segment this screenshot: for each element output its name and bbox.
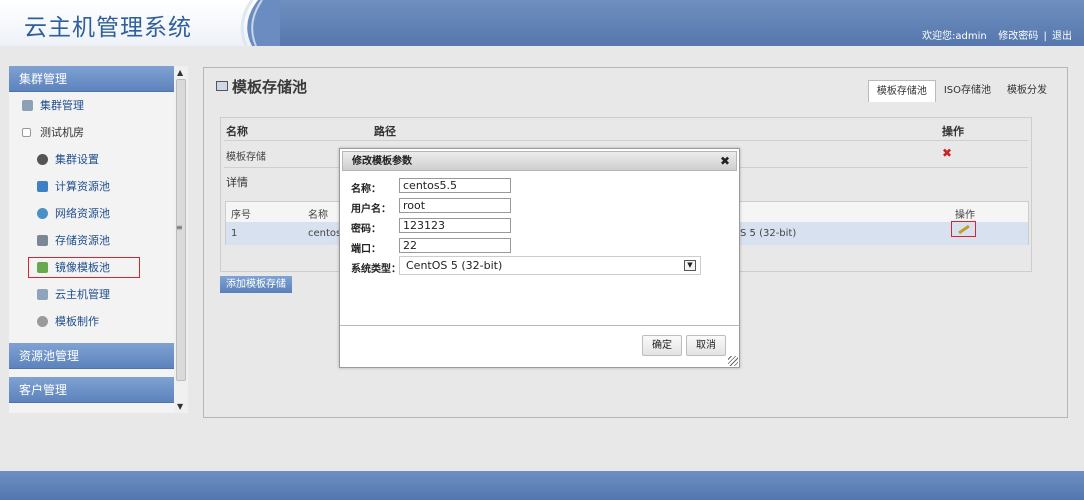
expand-icon (22, 128, 31, 137)
tab-bar: 模板存储池 ISO存储池 模板分发 (867, 80, 1055, 102)
nav-group-resource-pool[interactable]: 资源池管理 (9, 343, 174, 369)
vm-icon (37, 289, 48, 300)
sidebar: 集群管理 集群管理 测试机房 集群设置 计算资源池 网络资源池 存储资源池 镜像… (9, 66, 174, 413)
nav-group-cluster[interactable]: 集群管理 (9, 66, 174, 92)
header-swoosh (240, 0, 280, 46)
footer-bar (0, 471, 1084, 500)
delete-icon[interactable]: ✖ (942, 146, 952, 160)
sidebar-item-image-pool[interactable]: 镜像模板池 (9, 254, 174, 281)
close-icon[interactable]: ✖ (720, 152, 730, 171)
cluster-icon (22, 100, 33, 111)
app-title: 云主机管理系统 (24, 15, 192, 41)
col-ops-header: 操作 (942, 125, 964, 138)
sidebar-item-label: 镜像模板池 (55, 261, 110, 274)
name-label: 名称： (351, 184, 381, 195)
password-label: 密码： (351, 224, 381, 235)
col-ops-header: 操作 (955, 210, 975, 221)
scroll-up-icon[interactable]: ▲ (177, 68, 183, 77)
sidebar-item-cluster-settings[interactable]: 集群设置 (9, 146, 174, 173)
scroll-grip-icon: ≡ (176, 223, 183, 232)
edit-icon[interactable] (951, 221, 976, 237)
port-field[interactable] (399, 238, 511, 253)
compute-icon (37, 181, 48, 192)
sidebar-item-label: 测试机房 (40, 126, 84, 139)
change-password-link[interactable]: 修改密码 (998, 31, 1038, 42)
sidebar-item-label: 存储资源池 (55, 234, 110, 247)
ok-button[interactable]: 确定 (642, 335, 682, 356)
pencil-icon (958, 224, 970, 235)
row-os-cell: S 5 (32-bit) (740, 228, 797, 239)
port-label: 端口： (351, 244, 381, 255)
gear-icon (37, 154, 48, 165)
os-type-label: 系统类型： (351, 264, 401, 275)
globe-icon (37, 208, 48, 219)
resize-handle-icon[interactable] (728, 356, 738, 366)
sidebar-item-label: 云主机管理 (55, 288, 110, 301)
sidebar-scrollbar[interactable]: ▲ ≡ ▼ (174, 66, 188, 413)
col-path-header: 路径 (374, 125, 396, 138)
sidebar-item-storage-pool[interactable]: 存储资源池 (9, 227, 174, 254)
sidebar-item-vm-manage[interactable]: 云主机管理 (9, 281, 174, 308)
add-template-storage-button[interactable]: 添加模板存储 (220, 276, 292, 293)
separator: | (1043, 31, 1047, 42)
page-title-text: 模板存储池 (232, 78, 308, 96)
welcome-text: 欢迎您:admin (922, 31, 987, 42)
chevron-down-icon: ▼ (684, 260, 696, 271)
row-index-cell: 1 (231, 228, 238, 239)
dialog-divider (340, 325, 739, 326)
os-type-value: CentOS 5 (32-bit) (406, 259, 503, 272)
detail-label: 详情 (226, 176, 248, 189)
dialog-title-bar[interactable]: 修改模板参数 ✖ (342, 151, 737, 171)
sidebar-item-template-make[interactable]: 模板制作 (9, 308, 174, 335)
name-field[interactable] (399, 178, 511, 193)
sidebar-item-network-pool[interactable]: 网络资源池 (9, 200, 174, 227)
password-field[interactable] (399, 218, 511, 233)
divider (224, 140, 1028, 141)
username-label: 用户名： (351, 204, 391, 215)
sidebar-item-label: 集群设置 (55, 153, 99, 166)
sidebar-item-label: 计算资源池 (55, 180, 110, 193)
col-name-header: 名称 (226, 125, 248, 138)
sidebar-item-label: 集群管理 (40, 99, 84, 112)
storage-icon (37, 235, 48, 246)
tab-template-distribute[interactable]: 模板分发 (999, 80, 1055, 102)
username-field[interactable] (399, 198, 511, 213)
disc-icon (37, 316, 48, 327)
scroll-down-icon[interactable]: ▼ (177, 402, 183, 411)
tab-iso-pool[interactable]: ISO存储池 (936, 80, 999, 102)
os-type-select[interactable]: CentOS 5 (32-bit) ▼ (399, 256, 701, 275)
page-title: 模板存储池 (216, 76, 307, 97)
row-name-cell: centos (308, 228, 342, 239)
window-icon (216, 81, 228, 91)
sidebar-item-label: 网络资源池 (55, 207, 110, 220)
sidebar-item-compute-pool[interactable]: 计算资源池 (9, 173, 174, 200)
sidebar-item-label: 模板制作 (55, 315, 99, 328)
image-icon (37, 262, 48, 273)
logout-link[interactable]: 退出 (1052, 31, 1072, 42)
header-bar: 云主机管理系统 欢迎您:admin 修改密码 | 退出 (0, 0, 1084, 46)
dialog-title: 修改模板参数 (352, 156, 412, 167)
col-index-header: 序号 (231, 210, 251, 221)
tab-template-pool[interactable]: 模板存储池 (867, 80, 936, 102)
sidebar-item-test-room[interactable]: 测试机房 (9, 119, 174, 146)
nav-group-customer[interactable]: 客户管理 (9, 377, 174, 403)
user-bar: 欢迎您:admin 修改密码 | 退出 (920, 27, 1072, 42)
cancel-button[interactable]: 取消 (686, 335, 726, 356)
sidebar-item-cluster-manage[interactable]: 集群管理 (9, 92, 174, 119)
edit-template-dialog: 修改模板参数 ✖ 名称： 用户名： 密码： 端口： 系统类型： CentOS 5… (339, 148, 740, 368)
col-name-header: 名称 (308, 210, 328, 221)
row-name-cell: 模板存储 (226, 152, 266, 163)
